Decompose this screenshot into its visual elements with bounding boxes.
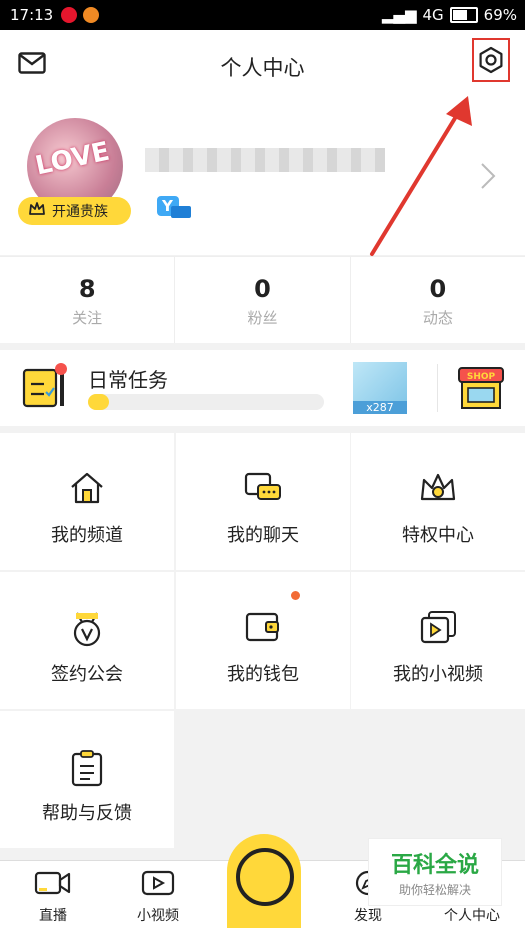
crown-icon [351, 471, 525, 505]
mail-icon[interactable] [18, 52, 46, 78]
crown-icon [28, 201, 46, 221]
stats-row: 8 关注 0 粉丝 0 动态 [0, 256, 525, 343]
grid-my-short-videos[interactable]: 我的小视频 [351, 572, 525, 709]
gift-count: x287 [353, 401, 407, 414]
top-header: 个人中心 [0, 30, 525, 100]
username-blurred [145, 148, 385, 172]
settings-button[interactable] [472, 38, 510, 82]
center-live-button[interactable] [227, 834, 301, 928]
annotation-arrow [370, 96, 472, 256]
watermark-logo: 百科全说 助你轻松解决 [368, 838, 502, 906]
chevron-right-icon[interactable] [480, 162, 496, 194]
grid-my-chat[interactable]: 我的聊天 [176, 433, 350, 570]
page-title: 个人中心 [220, 56, 305, 80]
record-icon [236, 848, 294, 906]
svg-text:SHOP: SHOP [467, 372, 496, 382]
stat-posts[interactable]: 0 动态 [351, 257, 525, 343]
battery-icon [449, 7, 478, 23]
level-badge[interactable]: Y [157, 194, 193, 220]
gift-item[interactable]: x287 [353, 362, 407, 414]
tab-live[interactable]: 直播 [8, 869, 98, 925]
video-stack-icon [351, 610, 525, 644]
task-progress-bar [88, 394, 324, 410]
grid-help-feedback[interactable]: 帮助与反馈 [0, 711, 174, 848]
chat-icon [176, 471, 350, 505]
stat-fans[interactable]: 0 粉丝 [175, 257, 351, 343]
task-notification-dot [55, 363, 67, 375]
clipboard-icon [0, 749, 174, 787]
grid-wallet[interactable]: 我的钱包 [176, 572, 350, 709]
network-type: 4G [422, 6, 444, 24]
play-icon [141, 870, 175, 901]
daily-task-card[interactable]: 日常任务 x287 SHOP [0, 350, 525, 426]
grid-privilege-center[interactable]: 特权中心 [351, 433, 525, 570]
shop-icon[interactable]: SHOP [456, 364, 506, 416]
noble-label: 开通贵族 [52, 204, 108, 220]
home-icon [0, 471, 174, 505]
weibo-icon [61, 7, 78, 23]
task-label: 日常任务 [88, 368, 168, 392]
camera-icon [34, 871, 72, 901]
stat-following[interactable]: 8 关注 [0, 257, 176, 343]
wallet-notification-dot [291, 591, 300, 600]
wallet-icon [176, 610, 350, 644]
status-time: 17:13 [10, 6, 54, 24]
noble-button[interactable]: 开通贵族 [18, 197, 131, 225]
signal-icon: ▂▄▆ [381, 6, 417, 24]
gear-icon [479, 46, 503, 74]
app-notify-icon [83, 7, 100, 23]
grid-guild[interactable]: 签约公会 [0, 572, 174, 709]
medal-icon [0, 610, 174, 648]
tab-short-video[interactable]: 小视频 [113, 869, 203, 925]
battery-percent: 69% [483, 6, 517, 24]
status-bar: 17:13 ▂▄▆ 4G 69% [0, 0, 525, 30]
grid-my-channel[interactable]: 我的频道 [0, 433, 174, 570]
